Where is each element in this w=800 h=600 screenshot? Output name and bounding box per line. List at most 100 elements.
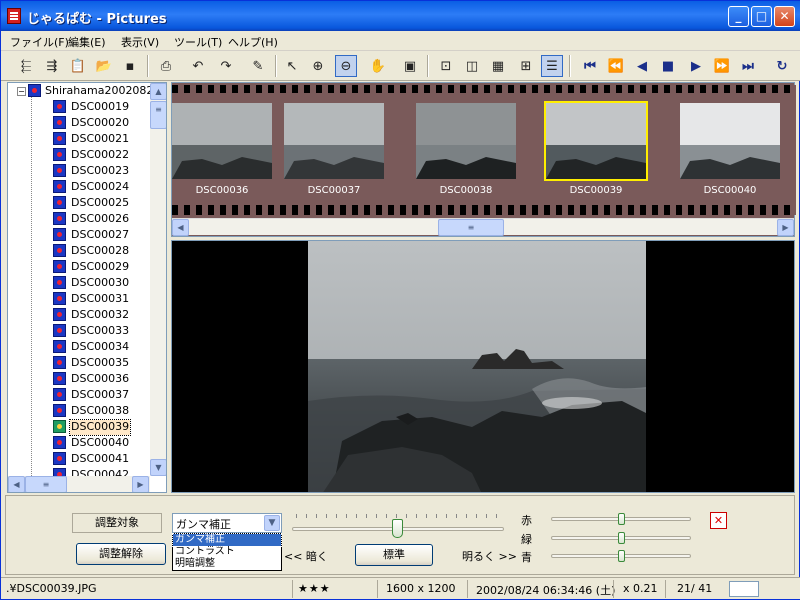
pointer-icon[interactable]: ↖ — [281, 55, 303, 77]
scroll-right-icon[interactable]: ▶ — [777, 219, 794, 236]
scroll-left-icon[interactable]: ◀ — [8, 476, 25, 492]
tree-item[interactable]: DSC00035 — [8, 355, 153, 371]
red-slider-thumb[interactable] — [618, 513, 625, 525]
tools-icon[interactable]: ✎ — [247, 55, 269, 77]
scroll-down-icon[interactable]: ▼ — [150, 459, 166, 476]
tree-item[interactable]: DSC00029 — [8, 259, 153, 275]
fit-window-icon[interactable]: ⊡ — [435, 55, 457, 77]
tree-item-label: DSC00019 — [71, 100, 130, 113]
minimize-button[interactable]: _ — [728, 6, 749, 27]
tree-item[interactable]: DSC00027 — [8, 227, 153, 243]
menu-file[interactable]: ファイル(F) — [10, 34, 69, 50]
tree-item[interactable]: DSC00026 — [8, 211, 153, 227]
tree-item[interactable]: DSC00020 — [8, 115, 153, 131]
print-icon[interactable]: ⎙ — [155, 55, 177, 77]
tree-item[interactable]: DSC00039 — [8, 419, 153, 436]
tree-item[interactable]: DSC00034 — [8, 339, 153, 355]
scroll-left-icon[interactable]: ◀ — [172, 219, 189, 236]
last-icon[interactable]: ⏭ — [737, 55, 759, 77]
tree-item[interactable]: DSC00022 — [8, 147, 153, 163]
split-view-icon[interactable]: ◫ — [461, 55, 483, 77]
collapse-icon[interactable]: − — [17, 87, 26, 96]
first-icon[interactable]: ⏮ — [579, 55, 601, 77]
zoom-out-icon[interactable]: ⊖ — [335, 55, 357, 77]
option-brightness[interactable]: 明暗調整 — [173, 558, 281, 570]
tree-item[interactable]: DSC00019 — [8, 99, 153, 115]
photo-icon — [53, 228, 66, 241]
tree-item[interactable]: DSC00041 — [8, 451, 153, 467]
tree-item[interactable]: DSC00038 — [8, 403, 153, 419]
tree-item[interactable]: DSC00031 — [8, 291, 153, 307]
maximize-button[interactable]: □ — [751, 6, 772, 27]
thumbnail-image[interactable] — [284, 103, 384, 179]
scroll-thumb[interactable]: ≡ — [150, 101, 166, 129]
fast-forward-icon[interactable]: ⏩ — [711, 55, 733, 77]
tree-item[interactable]: DSC00024 — [8, 179, 153, 195]
option-contrast[interactable]: コントラスト — [173, 546, 281, 558]
save-icon[interactable]: ▪ — [119, 55, 141, 77]
tree-item[interactable]: DSC00023 — [8, 163, 153, 179]
title-bar: じゃるぱむ - Pictures _ □ ✕ — [1, 1, 800, 31]
tree-item[interactable]: DSC00036 — [8, 371, 153, 387]
thumbnail-grid-icon[interactable]: ▦ — [487, 55, 509, 77]
tree-item[interactable]: DSC00030 — [8, 275, 153, 291]
thumbnail-image[interactable] — [172, 103, 272, 179]
chevron-down-icon[interactable]: ▼ — [264, 515, 280, 531]
open-folder-icon[interactable]: ⬱ — [15, 55, 37, 77]
rotate-left-icon[interactable]: ↶ — [187, 55, 209, 77]
hand-icon[interactable]: ✋ — [367, 55, 389, 77]
scroll-right-icon[interactable]: ▶ — [132, 476, 149, 492]
image-viewer[interactable] — [171, 240, 795, 493]
menu-help[interactable]: ヘルプ(H) — [228, 34, 278, 50]
photo-icon — [53, 148, 66, 161]
menu-view[interactable]: 表示(V) — [121, 34, 159, 50]
thumbnail-image[interactable] — [680, 103, 780, 179]
zoom-in-icon[interactable]: ⊕ — [307, 55, 329, 77]
tile-view-icon[interactable]: ⊞ — [515, 55, 537, 77]
green-slider-thumb[interactable] — [618, 532, 625, 544]
tree-item[interactable]: DSC00037 — [8, 387, 153, 403]
blue-slider-thumb[interactable] — [618, 550, 625, 562]
tree-item[interactable]: DSC00028 — [8, 243, 153, 259]
close-panel-icon[interactable]: ✕ — [710, 512, 727, 529]
adjust-type-select[interactable]: ガンマ補正 ▼ — [172, 513, 282, 533]
tree-item[interactable]: DSC00032 — [8, 307, 153, 323]
tree-item[interactable]: DSC00025 — [8, 195, 153, 211]
scroll-thumb[interactable]: ≡ — [25, 476, 67, 492]
close-button[interactable]: ✕ — [774, 6, 795, 27]
darker-label[interactable]: << 暗く — [284, 548, 328, 564]
photo-icon — [53, 292, 66, 305]
tree-horizontal-scrollbar[interactable]: ◀ ≡ ▶ — [8, 476, 150, 492]
open-icon[interactable]: 📂 — [93, 55, 115, 77]
tree-vertical-scrollbar[interactable]: ▲ ≡ ▼ — [150, 83, 166, 476]
move-icon[interactable]: ⇶ — [41, 55, 63, 77]
tree-item[interactable]: DSC00040 — [8, 435, 153, 451]
thumbnail-image[interactable] — [416, 103, 516, 179]
tree-item[interactable]: DSC00033 — [8, 323, 153, 339]
refresh-icon[interactable]: ↻ — [771, 55, 793, 77]
play-icon[interactable]: ▶ — [685, 55, 707, 77]
image-edit-icon[interactable]: ▣ — [399, 55, 421, 77]
rotate-right-icon[interactable]: ↷ — [215, 55, 237, 77]
previous-icon[interactable]: ◀ — [631, 55, 653, 77]
menu-edit[interactable]: 編集(E) — [68, 34, 106, 50]
standard-button[interactable]: 標準 — [355, 544, 433, 566]
reset-adjust-button[interactable]: 調整解除 — [76, 543, 166, 565]
thumbnail-image[interactable] — [544, 101, 648, 181]
gamma-slider-thumb[interactable] — [392, 519, 403, 538]
rewind-icon[interactable]: ⏪ — [605, 55, 627, 77]
folder-tree[interactable]: − Shirahama20020824 DSC00019 DSC00020 DSC0… — [7, 82, 167, 493]
list-view-icon[interactable]: ☰ — [541, 55, 563, 77]
option-gamma[interactable]: ガンマ補正 — [172, 533, 282, 547]
paste-icon[interactable]: 📋 — [67, 55, 89, 77]
scroll-thumb[interactable]: ≡ — [438, 219, 504, 236]
thumbnail-label: DSC00037 — [307, 185, 361, 196]
stop-icon[interactable]: ■ — [657, 55, 679, 77]
thumbnail-scrollbar[interactable]: ◀ ≡ ▶ — [172, 218, 794, 236]
tree-root[interactable]: − Shirahama20020824 — [8, 83, 153, 99]
adjust-type-dropdown[interactable]: ガンマ補正 コントラスト 明暗調整 — [172, 533, 282, 571]
brighter-label[interactable]: 明るく >> — [462, 548, 517, 564]
menu-tools[interactable]: ツール(T) — [174, 34, 222, 50]
scroll-up-icon[interactable]: ▲ — [150, 83, 166, 100]
tree-item[interactable]: DSC00021 — [8, 131, 153, 147]
